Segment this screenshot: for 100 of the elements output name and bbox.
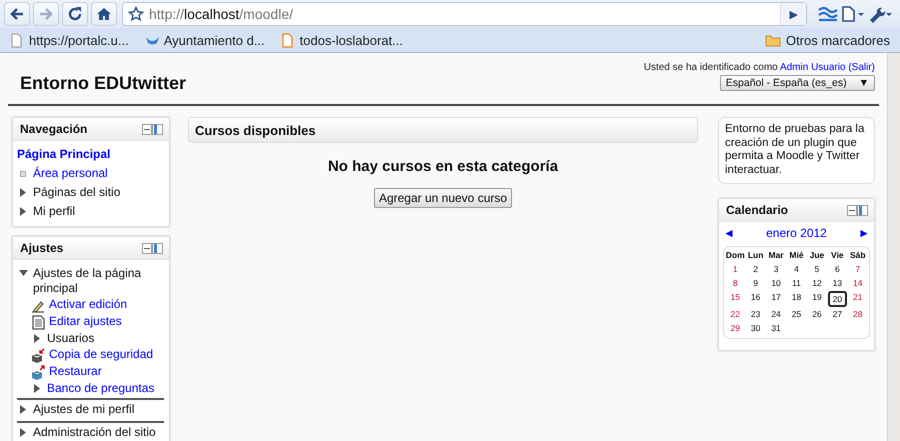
calendar-day: 15 <box>725 291 746 304</box>
reload-button[interactable] <box>62 2 88 26</box>
calendar-day: 26 <box>806 308 828 321</box>
scrollbar[interactable] <box>887 53 900 441</box>
calendar-day: 29 <box>725 322 746 335</box>
calendar-day: 1 <box>725 263 746 276</box>
minus-icon[interactable] <box>142 242 152 254</box>
calendar-day: 9 <box>745 277 766 290</box>
site-description: Entorno de pruebas para la creación de un plugin que permita a Moodle y Twitter interactuar. <box>718 117 875 184</box>
next-month-link[interactable]: ► <box>858 226 870 240</box>
calendar-day: 24 <box>766 308 786 321</box>
calendar-day: 25 <box>786 308 807 321</box>
tree-item[interactable]: Administración del sitio <box>33 425 156 440</box>
box-arrow-icon <box>31 348 45 363</box>
calendar-day: 2 <box>745 263 766 276</box>
calendar-day: 13 <box>827 277 848 290</box>
weekday-label: Jue <box>808 249 826 262</box>
site-title: Entorno EDUtwitter <box>20 73 186 94</box>
previous-month-link[interactable]: ◄ <box>723 226 735 240</box>
tree-link[interactable]: Área personal <box>33 166 108 181</box>
forward-icon <box>38 6 54 22</box>
minus-icon[interactable] <box>847 204 857 216</box>
today-date: 20 <box>828 291 847 307</box>
calendar-day: 3 <box>766 263 786 276</box>
calendar-day: 21 <box>848 291 868 304</box>
calendar-day: 22 <box>725 308 746 321</box>
collapsed-arrow-icon[interactable] <box>18 405 28 414</box>
user-link[interactable]: Admin Usuario <box>780 62 846 73</box>
folder-icon <box>764 33 781 47</box>
tree-link[interactable]: Banco de preguntas <box>47 381 154 395</box>
bookmark[interactable]: todos-loslaborat... <box>280 32 403 48</box>
dock-icon[interactable] <box>857 204 868 216</box>
calendar-day: 4 <box>786 263 807 276</box>
collapsed-arrow-icon[interactable] <box>32 384 42 393</box>
collapsed-arrow-icon[interactable] <box>18 207 28 216</box>
weekday-label: Sáb <box>848 249 867 262</box>
language-select[interactable]: Español - España (es_es) ▼ <box>720 75 875 91</box>
home-icon <box>96 6 112 22</box>
page-menu-icon[interactable] <box>840 5 866 23</box>
page-icon <box>280 32 295 48</box>
calendar-day: 16 <box>745 291 766 304</box>
calendar-day: 12 <box>806 277 828 290</box>
star-icon[interactable] <box>128 6 144 22</box>
address-bar[interactable]: http://localhost/moodle/ ▶ <box>122 2 807 26</box>
square-bullet-icon <box>20 171 26 177</box>
logout-link[interactable]: (Salir) <box>848 62 875 73</box>
home-button[interactable] <box>91 2 117 26</box>
month-title-link[interactable]: enero 2012 <box>766 226 827 240</box>
box-arrow-icon <box>31 365 45 380</box>
weekday-label: Vie <box>830 249 845 262</box>
tree-item[interactable]: Ajustes de la página principal <box>33 266 164 296</box>
document-icon <box>31 315 45 330</box>
add-course-button[interactable]: Agregar un nuevo curso <box>374 188 512 208</box>
block-title: Navegación <box>20 122 88 136</box>
collapsed-arrow-icon[interactable] <box>18 188 28 197</box>
calendar-day: 14 <box>848 277 868 290</box>
go-button[interactable]: ▶ <box>780 3 806 25</box>
calendar-day: 28 <box>848 308 868 321</box>
calendar-day: 17 <box>766 291 786 304</box>
tree-item[interactable]: Páginas del sitio <box>33 185 120 200</box>
stacked-waves-icon[interactable] <box>817 5 839 23</box>
block-title: Ajustes <box>20 241 64 255</box>
back-icon <box>9 6 25 22</box>
calendar-day: 10 <box>766 277 786 290</box>
tree-link[interactable]: Restaurar <box>49 364 102 378</box>
calendar-day: 31 <box>766 322 786 335</box>
calendar-day: 23 <box>745 308 766 321</box>
back-button[interactable] <box>4 2 30 26</box>
dock-icon[interactable] <box>152 242 163 254</box>
calendar-day: 7 <box>848 263 868 276</box>
calendar-day: 5 <box>806 263 828 276</box>
home-link[interactable]: Página Principal <box>17 147 110 162</box>
expanded-arrow-icon[interactable] <box>18 269 28 278</box>
other-bookmarks[interactable]: Otros marcadores <box>764 32 890 48</box>
section-heading: Cursos disponibles <box>188 117 698 143</box>
calendar-day: 30 <box>745 322 766 335</box>
dock-icon[interactable] <box>152 124 163 134</box>
tree-link[interactable]: Copia de seguridad <box>49 347 154 361</box>
block-title: Calendario <box>726 203 788 217</box>
login-info: Usted se ha identificado como <box>644 62 778 73</box>
bookmark[interactable]: https://portalc.u... <box>10 32 129 48</box>
collapsed-arrow-icon[interactable] <box>32 334 42 343</box>
page-icon <box>10 32 24 48</box>
calendar-day: 11 <box>786 277 807 290</box>
minus-icon[interactable] <box>142 124 152 134</box>
tree-link[interactable]: Editar ajustes <box>49 314 122 328</box>
calendar-day: 6 <box>827 263 848 276</box>
weekday-label: Mar <box>768 249 785 262</box>
collapsed-arrow-icon[interactable] <box>18 428 28 437</box>
weekday-label: Lun <box>746 249 764 262</box>
calendar-day: 27 <box>827 308 848 321</box>
weekday-label: Mié <box>788 249 805 262</box>
tree-item[interactable]: Usuarios <box>47 331 94 345</box>
tree-item[interactable]: Ajustes de mi perfil <box>33 402 134 417</box>
calendar-day: 19 <box>806 291 828 304</box>
bookmark[interactable]: Ayuntamiento d... <box>144 32 265 48</box>
url-text: http://localhost/moodle/ <box>149 6 294 22</box>
tree-item[interactable]: Mi perfil <box>33 204 76 219</box>
tree-link[interactable]: Activar edición <box>49 297 128 311</box>
empty-message: No hay cursos en esta categoría <box>328 158 558 175</box>
